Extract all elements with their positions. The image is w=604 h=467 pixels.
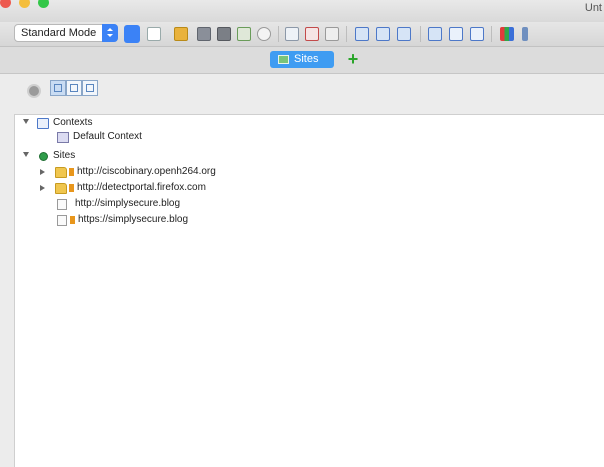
tab-sites[interactable]: Sites — [270, 51, 334, 68]
tabs-icon[interactable] — [470, 27, 484, 41]
toolbar-separator — [491, 26, 492, 42]
tab-strip: Sites + — [0, 47, 604, 74]
mode-select-label: Standard Mode — [21, 27, 97, 39]
new-session-icon[interactable] — [147, 27, 161, 41]
options-icon[interactable] — [257, 27, 271, 41]
tree-node-site[interactable]: https://simplysecure.blog — [15, 214, 335, 228]
tree-node-site[interactable]: http://ciscobinary.openh264.org — [15, 166, 335, 180]
tree-node-sites[interactable]: Sites — [15, 150, 215, 164]
session-properties-icon[interactable] — [237, 27, 251, 41]
show-tab-icon[interactable] — [285, 27, 299, 41]
minimize-window-button[interactable] — [19, 0, 30, 8]
tree-node-label: https://simplysecure.blog — [78, 214, 189, 225]
tab-sites-label: Sites — [294, 53, 319, 65]
panel-icon[interactable] — [397, 27, 411, 41]
contexts-icon — [37, 118, 49, 129]
window-titlebar: Unt — [0, 0, 604, 22]
select-arrows-icon — [102, 24, 118, 42]
gear-icon[interactable] — [29, 86, 39, 96]
save-session-icon[interactable] — [197, 27, 211, 41]
context-icon — [57, 132, 69, 143]
globe-icon — [39, 152, 48, 161]
page-alert-icon — [57, 215, 67, 226]
zoom-window-button[interactable] — [38, 0, 49, 8]
show-only-scope-icon[interactable] — [50, 80, 66, 96]
scan-policy-icon[interactable] — [500, 27, 514, 41]
alert-flag-icon — [70, 216, 75, 224]
folder-icon — [55, 167, 67, 178]
tree-node-label: Sites — [53, 150, 76, 161]
toolbar-separator — [420, 26, 421, 42]
expand-arrow-icon[interactable] — [23, 152, 29, 157]
full-layout-icon[interactable] — [428, 27, 442, 41]
expand-icon[interactable] — [376, 27, 390, 41]
window-title: Unt — [584, 2, 602, 14]
mode-select[interactable]: Standard Mode — [14, 24, 118, 42]
tree-node-label: http://ciscobinary.openh264.org — [77, 166, 216, 177]
dropdown-arrow-icon[interactable] — [124, 25, 140, 43]
toolbar-separator — [278, 26, 279, 42]
tree-node-label: Contexts — [53, 117, 93, 128]
tree-node-label: Default Context — [73, 131, 142, 142]
tree-node-site[interactable]: http://simplysecure.blog — [15, 198, 335, 212]
close-window-button[interactable] — [0, 0, 11, 8]
add-tab-icon[interactable]: + — [344, 49, 362, 69]
collapsed-arrow-icon[interactable] — [40, 185, 45, 191]
split-icon[interactable] — [449, 27, 463, 41]
snapshot-icon[interactable] — [217, 27, 231, 41]
alert-flag-icon — [69, 168, 74, 176]
sites-panel-toolbar — [0, 74, 604, 110]
collapsed-arrow-icon[interactable] — [40, 169, 45, 175]
new-context-icon[interactable] — [82, 80, 98, 96]
tree-node-site[interactable]: http://detectportal.firefox.com — [15, 182, 335, 196]
main-toolbar: Standard Mode — [0, 22, 604, 47]
open-session-icon[interactable] — [174, 27, 188, 41]
overflow-icon[interactable] — [522, 27, 528, 41]
tree-node-contexts[interactable]: Contexts — [15, 117, 215, 131]
link-with-history-icon[interactable] — [66, 80, 82, 96]
tree-node-default-context[interactable]: Default Context — [15, 131, 215, 145]
report-icon[interactable] — [325, 27, 339, 41]
tree-node-label: http://detectportal.firefox.com — [77, 182, 206, 193]
tree-node-label: http://simplysecure.blog — [75, 198, 181, 209]
toolbar-separator — [346, 26, 347, 42]
folder-icon — [55, 183, 67, 194]
layout-icon[interactable] — [355, 27, 369, 41]
alert-flag-icon — [69, 184, 74, 192]
page-icon — [57, 199, 67, 210]
sites-tab-icon — [278, 55, 289, 64]
hide-tab-icon[interactable] — [305, 27, 319, 41]
expand-arrow-icon[interactable] — [23, 119, 29, 124]
sites-tree: Contexts Default Context Sites http://ci… — [14, 114, 604, 467]
